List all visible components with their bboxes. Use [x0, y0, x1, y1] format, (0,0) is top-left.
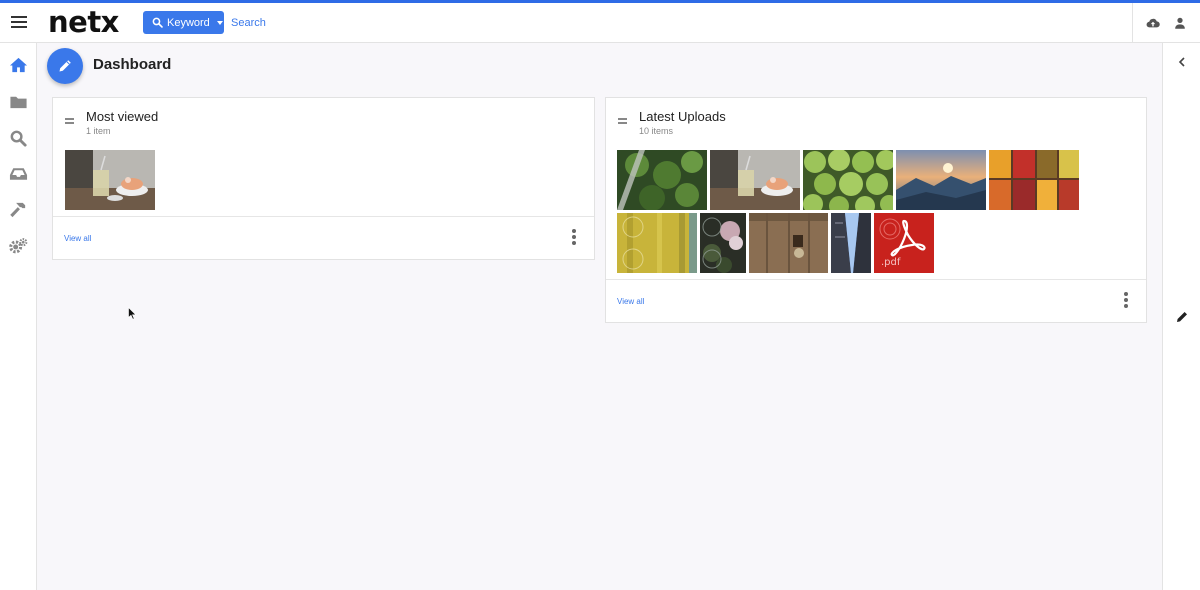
sidebar-item-inbox[interactable] [9, 165, 28, 183]
netx-logo[interactable]: netx [48, 5, 119, 39]
cloud-upload-icon[interactable] [1146, 16, 1160, 30]
sidebar-item-home[interactable] [9, 56, 28, 74]
drinks-and-cake-image [65, 150, 155, 210]
asset-thumbnail[interactable] [617, 150, 707, 210]
pencil-icon[interactable] [1175, 310, 1189, 324]
drinks-and-cake-image [710, 150, 800, 210]
sidebar-nav [0, 43, 37, 590]
user-icon[interactable] [1173, 16, 1187, 30]
search-input[interactable] [228, 12, 528, 34]
keyword-dropdown-button[interactable]: Keyword [143, 11, 224, 34]
inbox-icon [9, 168, 28, 180]
widget-divider [606, 279, 1146, 280]
sidebar-item-search[interactable] [9, 129, 28, 147]
asset-thumbnail[interactable] [700, 213, 746, 273]
widget-title: Latest Uploads [639, 109, 726, 124]
drag-handle-icon[interactable] [65, 118, 75, 124]
asset-thumbnail[interactable] [803, 150, 893, 210]
asset-thumbnail[interactable] [896, 150, 986, 210]
hammer-icon [10, 202, 26, 218]
search-icon [152, 17, 163, 28]
keyword-label: Keyword [167, 16, 210, 29]
asset-thumbnail[interactable] [65, 150, 155, 210]
more-options-icon[interactable] [570, 229, 578, 245]
view-all-link[interactable]: View all [617, 297, 644, 306]
view-all-link[interactable]: View all [64, 234, 91, 243]
sidebar-item-settings[interactable] [9, 237, 28, 255]
page-title: Dashboard [93, 56, 172, 73]
home-icon [9, 57, 28, 73]
sidebar-item-folders[interactable] [9, 93, 28, 111]
asset-thumbnail[interactable] [989, 150, 1079, 210]
most-viewed-widget: Most viewed 1 item View all [52, 97, 595, 260]
chevron-left-icon[interactable] [1175, 55, 1189, 69]
yellow-document-image [617, 213, 697, 273]
widget-divider [53, 216, 594, 217]
drag-handle-icon[interactable] [618, 118, 628, 124]
caret-down-icon [216, 20, 223, 25]
menu-icon[interactable] [9, 12, 29, 32]
asset-thumbnail[interactable] [617, 213, 697, 273]
latest-uploads-widget: Latest Uploads 10 items .pdf View all [605, 97, 1147, 323]
widget-title: Most viewed [86, 109, 159, 124]
gears-icon [9, 238, 28, 254]
asset-thumbnail[interactable] [831, 213, 871, 273]
right-panel [1162, 43, 1200, 590]
pdf-thumbnail[interactable]: .pdf [874, 213, 934, 273]
pencil-icon [59, 60, 71, 72]
city-towers-image [831, 213, 871, 273]
widget-item-count: 1 item [86, 126, 111, 136]
sidebar-item-tools[interactable] [9, 201, 28, 219]
edit-dashboard-button[interactable] [47, 48, 83, 84]
asset-thumbnail[interactable] [749, 213, 828, 273]
forest-flowers-image [700, 213, 746, 273]
widget-item-count: 10 items [639, 126, 674, 136]
wooden-table-image [749, 213, 828, 273]
search-icon [10, 130, 27, 147]
header-actions [1132, 3, 1200, 43]
fruit-market-image [989, 150, 1079, 210]
brussels-sprouts-image [803, 150, 893, 210]
top-bar: netx Keyword [0, 0, 1200, 43]
mountain-sunset-image [896, 150, 986, 210]
more-options-icon[interactable] [1122, 292, 1130, 308]
asset-thumbnail[interactable] [710, 150, 800, 210]
mouse-cursor-icon [128, 307, 137, 320]
green-foliage-image [617, 150, 707, 210]
pdf-label: .pdf [881, 257, 901, 268]
folder-icon [10, 96, 27, 109]
